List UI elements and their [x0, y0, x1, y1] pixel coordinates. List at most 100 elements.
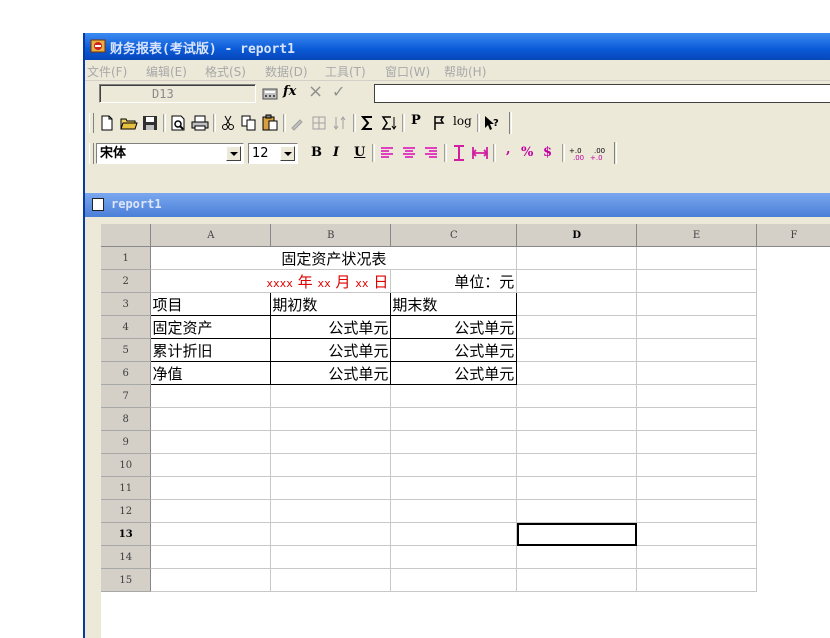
table-cell[interactable]: 公式单元: [270, 361, 392, 385]
report-title-cell[interactable]: 固定资产状况表: [150, 246, 518, 270]
align-left-icon[interactable]: [378, 144, 396, 162]
decrease-decimal-icon[interactable]: .00+.0: [590, 144, 608, 162]
function-fx-button[interactable]: fx: [283, 84, 299, 100]
format-painter-icon[interactable]: [289, 114, 307, 132]
cell[interactable]: [636, 361, 757, 385]
cell[interactable]: [636, 338, 757, 362]
cell[interactable]: [270, 545, 392, 569]
row-header[interactable]: 15: [101, 568, 152, 592]
cell[interactable]: [516, 315, 638, 339]
cell[interactable]: [270, 407, 392, 431]
cell[interactable]: [270, 476, 392, 500]
table-cell[interactable]: 固定资产: [150, 315, 272, 339]
cancel-icon[interactable]: ×: [308, 81, 324, 102]
align-right-icon[interactable]: [422, 144, 440, 162]
cell[interactable]: [636, 568, 757, 592]
cell[interactable]: [150, 522, 272, 546]
formula-input[interactable]: [374, 84, 830, 103]
cell[interactable]: [636, 407, 757, 431]
chevron-down-icon[interactable]: [226, 146, 241, 161]
chevron-down-icon[interactable]: [280, 146, 295, 161]
title-bar[interactable]: 财务报表(考试版) - report1: [85, 33, 830, 60]
date-cell[interactable]: xxxx 年 xx 月 xx 日: [150, 269, 392, 293]
cell[interactable]: [270, 499, 392, 523]
cell[interactable]: [390, 568, 518, 592]
row-header[interactable]: 11: [101, 476, 152, 500]
row-header[interactable]: 8: [101, 407, 152, 431]
cell[interactable]: [636, 453, 757, 477]
cell[interactable]: [636, 315, 757, 339]
cell[interactable]: [636, 246, 757, 270]
vertical-align-icon[interactable]: [450, 144, 468, 162]
row-header[interactable]: 14: [101, 545, 152, 569]
row-header[interactable]: 4: [101, 315, 152, 339]
new-file-icon[interactable]: [98, 114, 116, 132]
font-name-select[interactable]: 宋体: [96, 143, 244, 164]
cell[interactable]: [150, 476, 272, 500]
comma-style-button[interactable]: ,: [506, 142, 511, 157]
cell[interactable]: [270, 522, 392, 546]
cell[interactable]: [516, 384, 638, 408]
cell[interactable]: [150, 568, 272, 592]
toolbar-grip[interactable]: [89, 143, 94, 164]
column-header-a[interactable]: A: [150, 224, 272, 247]
print-preview-icon[interactable]: [169, 114, 187, 132]
copy-icon[interactable]: [240, 114, 258, 132]
menu-file[interactable]: 文件(F): [87, 63, 127, 80]
cell[interactable]: [270, 430, 392, 454]
open-folder-icon[interactable]: [120, 114, 138, 132]
cell[interactable]: [516, 407, 638, 431]
cell[interactable]: [636, 545, 757, 569]
table-cell[interactable]: 公式单元: [270, 338, 392, 362]
column-header-e[interactable]: E: [636, 224, 757, 247]
italic-button[interactable]: I: [333, 145, 339, 160]
menu-edit[interactable]: 编辑(E): [146, 63, 187, 80]
table-cell[interactable]: 公式单元: [390, 338, 518, 362]
cell[interactable]: [636, 476, 757, 500]
cell[interactable]: [150, 430, 272, 454]
cell[interactable]: [390, 499, 518, 523]
column-header-b[interactable]: B: [270, 224, 392, 247]
cell[interactable]: [516, 568, 638, 592]
cell[interactable]: [390, 476, 518, 500]
select-all-corner[interactable]: [101, 224, 152, 247]
row-header[interactable]: 3: [101, 292, 152, 316]
cell[interactable]: [516, 292, 638, 316]
table-header-cell[interactable]: 项目: [150, 292, 272, 316]
cell[interactable]: [516, 476, 638, 500]
table-cell[interactable]: 公式单元: [390, 315, 518, 339]
row-header[interactable]: 1: [101, 246, 152, 270]
cell[interactable]: [636, 292, 757, 316]
percent-style-button[interactable]: %: [521, 145, 533, 160]
confirm-icon[interactable]: ✓: [332, 82, 348, 101]
cell[interactable]: [150, 453, 272, 477]
cell-reference-box[interactable]: D13: [99, 84, 256, 103]
menu-help[interactable]: 帮助(H): [444, 63, 486, 80]
cell[interactable]: [390, 522, 518, 546]
horizontal-fit-icon[interactable]: [471, 144, 489, 162]
insert-row-icon[interactable]: [310, 114, 328, 132]
property-icon[interactable]: P: [411, 113, 421, 128]
menu-tools[interactable]: 工具(T): [325, 63, 366, 80]
cell[interactable]: [270, 568, 392, 592]
table-cell[interactable]: 累计折旧: [150, 338, 272, 362]
table-cell[interactable]: 公式单元: [390, 361, 518, 385]
cell[interactable]: [150, 499, 272, 523]
autosum-icon[interactable]: [359, 114, 377, 132]
function-sum-icon[interactable]: [380, 114, 398, 132]
document-title-bar[interactable]: report1: [85, 193, 830, 217]
table-header-cell[interactable]: 期末数: [390, 292, 518, 316]
font-size-select[interactable]: 12: [248, 143, 298, 164]
sort-icon[interactable]: [331, 114, 349, 132]
cell[interactable]: [390, 453, 518, 477]
cell[interactable]: [516, 545, 638, 569]
save-icon[interactable]: [141, 114, 159, 132]
cell[interactable]: [636, 269, 757, 293]
cell[interactable]: [516, 338, 638, 362]
column-header-d[interactable]: D: [516, 224, 638, 247]
column-header-f[interactable]: F: [756, 224, 830, 247]
cell[interactable]: [390, 407, 518, 431]
cell[interactable]: [390, 430, 518, 454]
flag-icon[interactable]: [430, 114, 448, 132]
increase-decimal-icon[interactable]: +.0.00: [569, 144, 587, 162]
